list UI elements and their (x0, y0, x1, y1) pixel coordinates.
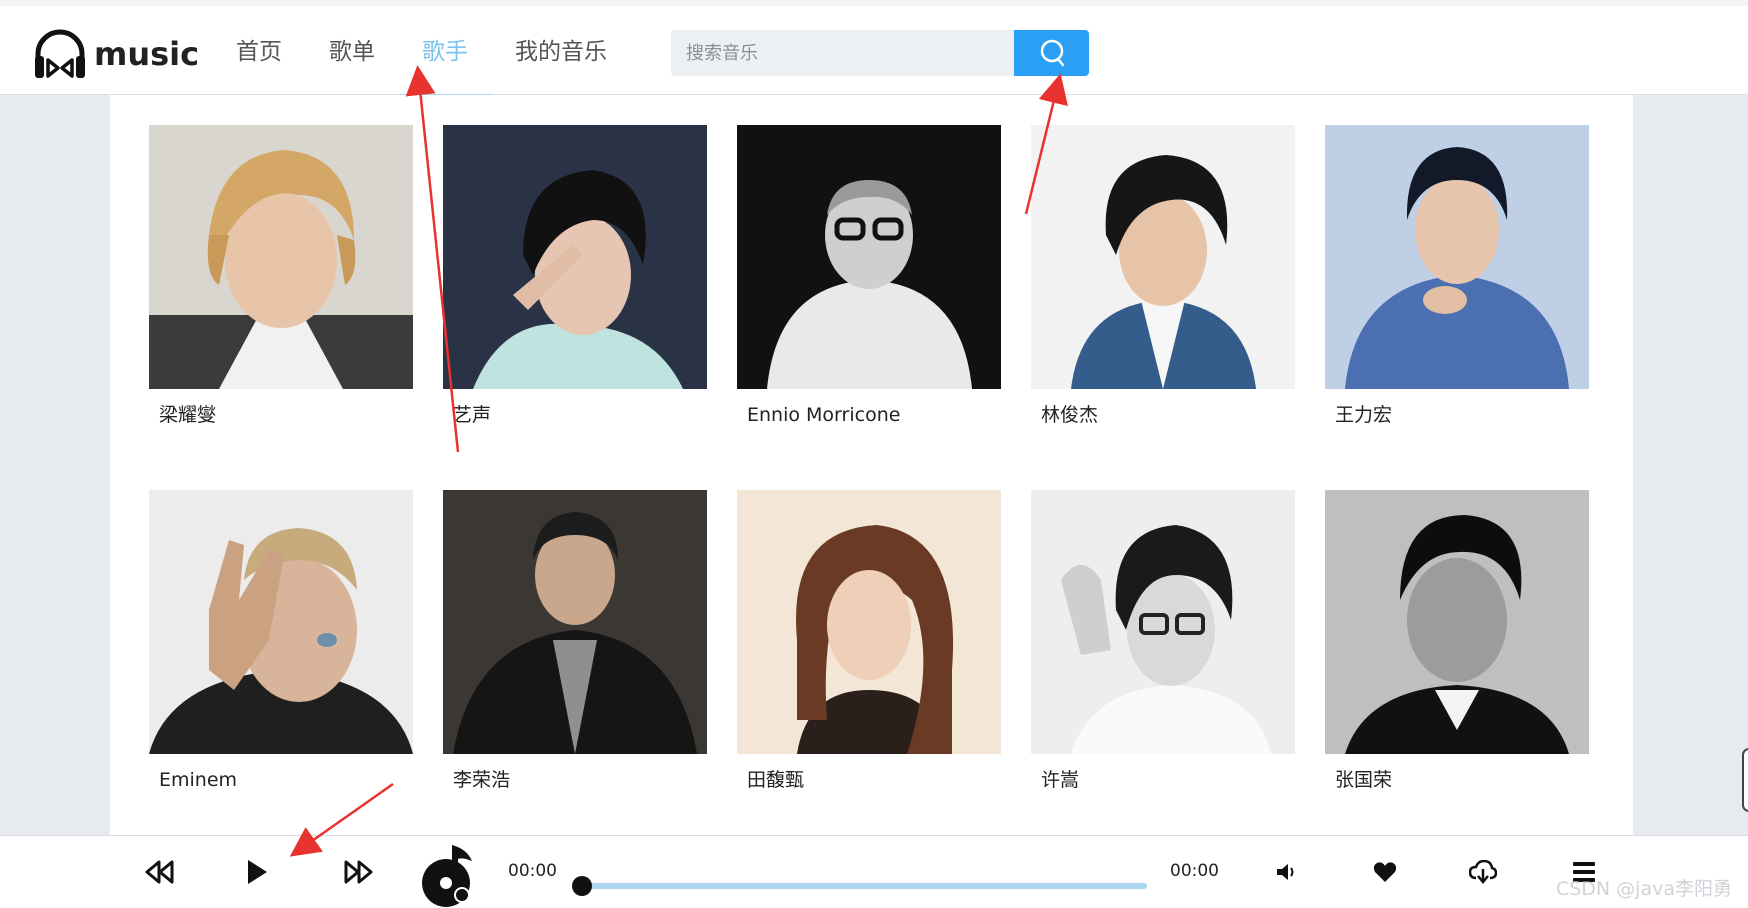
next-button[interactable] (340, 858, 376, 886)
singer-name[interactable]: Eminem (149, 766, 413, 794)
logo[interactable]: music (32, 24, 199, 84)
like-button[interactable] (1372, 860, 1398, 884)
nav-label: 歌单 (329, 39, 375, 65)
search-button[interactable] (1014, 30, 1089, 76)
nav-item-playlists[interactable]: 歌单 (307, 30, 400, 80)
singer-photo[interactable] (1031, 125, 1295, 389)
current-time: 00:00 (508, 861, 557, 881)
heart-icon (1373, 862, 1397, 882)
progress-bar[interactable] (581, 883, 1147, 889)
singer-photo[interactable] (443, 490, 707, 754)
nav-item-singers[interactable]: 歌手 (400, 30, 493, 99)
singer-name[interactable]: 王力宏 (1325, 401, 1589, 429)
singer-card[interactable]: Eminem (149, 490, 413, 794)
progress-knob[interactable] (572, 876, 592, 896)
player-bar: 00:00 00:00 CSDN @java李阳勇 (0, 835, 1748, 908)
singer-card[interactable]: 艺声 (443, 125, 707, 429)
album-cover[interactable] (410, 838, 484, 908)
total-time: 00:00 (1170, 861, 1219, 881)
nav-label: 首页 (236, 39, 282, 65)
search-bar (671, 30, 1089, 76)
singer-photo[interactable] (1031, 490, 1295, 754)
singer-photo[interactable] (1325, 490, 1589, 754)
singer-photo[interactable] (1325, 125, 1589, 389)
play-button[interactable] (242, 856, 272, 888)
singer-name[interactable]: 艺声 (443, 401, 707, 429)
singer-name[interactable]: 梁耀燮 (149, 401, 413, 429)
nav-item-home[interactable]: 首页 (214, 30, 307, 80)
singer-name[interactable]: 许嵩 (1031, 766, 1295, 794)
singer-card[interactable]: 梁耀燮 (149, 125, 413, 429)
main-nav: 首页 歌单 歌手 我的音乐 (214, 30, 632, 99)
singer-card[interactable]: Ennio Morricone (737, 125, 1001, 429)
singer-card[interactable]: 林俊杰 (1031, 125, 1295, 429)
singer-photo[interactable] (737, 125, 1001, 389)
header: music 首页 歌单 歌手 我的音乐 (0, 6, 1748, 99)
search-icon (1040, 39, 1064, 67)
singer-card[interactable]: 张国荣 (1325, 490, 1589, 794)
singer-name[interactable]: Ennio Morricone (737, 401, 1001, 429)
singer-name[interactable]: 林俊杰 (1031, 401, 1295, 429)
play-icon (248, 860, 267, 884)
singer-card[interactable]: 王力宏 (1325, 125, 1589, 429)
download-button[interactable] (1468, 858, 1498, 886)
download-icon (1469, 860, 1497, 884)
singer-photo[interactable] (443, 125, 707, 389)
prev-icon (145, 860, 174, 884)
side-scroll-tab[interactable] (1742, 748, 1748, 812)
search-input[interactable] (671, 30, 1014, 76)
headphones-icon (35, 29, 85, 78)
singer-card[interactable]: 田馥甄 (737, 490, 1001, 794)
singer-name[interactable]: 李荣浩 (443, 766, 707, 794)
nav-item-my-music[interactable]: 我的音乐 (493, 30, 632, 80)
next-icon (344, 860, 373, 884)
volume-button[interactable] (1274, 860, 1298, 884)
singer-name[interactable]: 田馥甄 (737, 766, 1001, 794)
singer-photo[interactable] (149, 125, 413, 389)
singer-card[interactable]: 许嵩 (1031, 490, 1295, 794)
singer-name[interactable]: 张国荣 (1325, 766, 1589, 794)
singer-photo[interactable] (737, 490, 1001, 754)
volume-icon (1277, 864, 1294, 880)
logo-text: music (94, 35, 200, 73)
watermark: CSDN @java李阳勇 (1555, 878, 1732, 900)
singer-photo[interactable] (149, 490, 413, 754)
singer-card[interactable]: 李荣浩 (443, 490, 707, 794)
music-note-disc-icon (422, 845, 472, 907)
main-content: 梁耀燮 艺声 Ennio Morricone 林俊杰 王力宏 Eminem 李荣… (110, 95, 1633, 835)
nav-label: 歌手 (422, 39, 468, 65)
nav-label: 我的音乐 (515, 39, 607, 65)
prev-button[interactable] (142, 858, 178, 886)
